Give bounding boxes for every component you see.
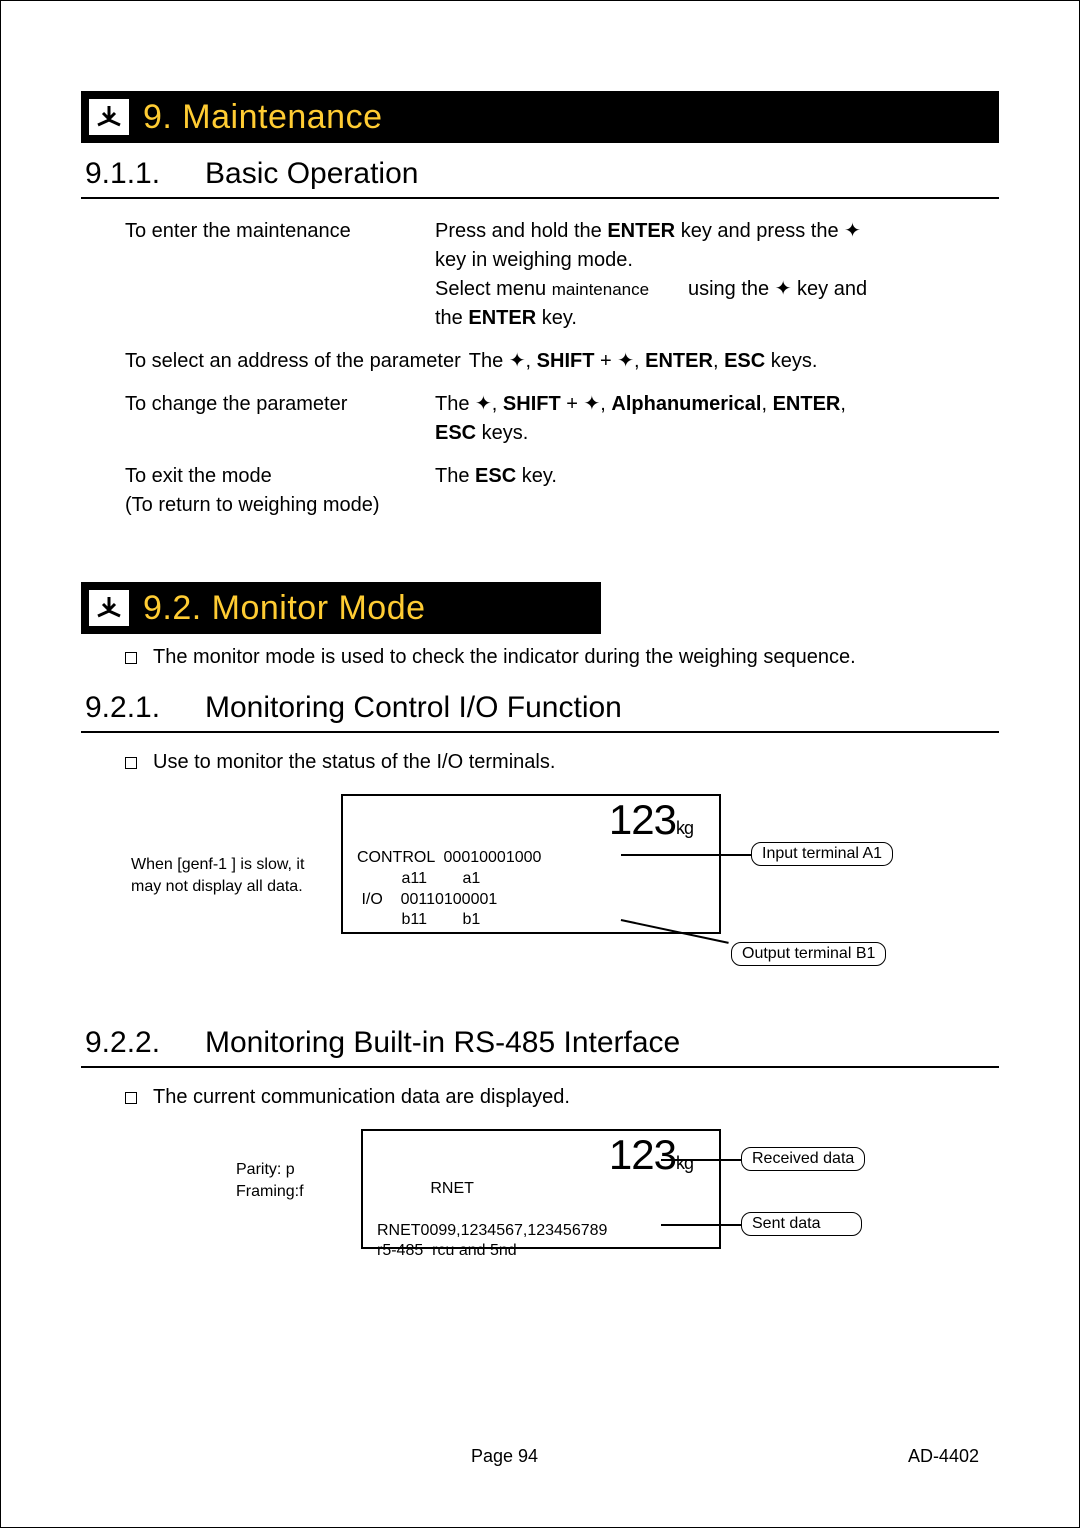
chapter-banner: 9. Maintenance [81,91,999,143]
op-label: To exit the mode (To return to weighing … [125,462,435,520]
section-number: 9.1.1. [85,157,165,191]
op-label: To change the parameter [125,390,435,448]
op-row-select: To select an address of the parameter Th… [125,347,999,376]
section-title: Basic Operation [205,157,418,191]
arrow-key-icon: ✦ [584,393,601,415]
note-line: Use to monitor the status of the I/O ter… [125,751,999,774]
callout-sent: Sent data [741,1212,862,1236]
subsection-title: 9.2. Monitor Mode [143,589,426,628]
section-title: Monitoring Control I/O Function [205,691,622,725]
square-bullet-icon [125,757,137,769]
page-number: Page 94 [471,1446,538,1467]
section-heading-922: 9.2.2. Monitoring Built-in RS-485 Interf… [81,1024,999,1068]
callout-connector [661,1224,741,1226]
square-bullet-icon [125,652,137,664]
op-desc: The ESC key. [435,462,999,520]
section-number: 9.2.1. [85,691,165,725]
note-line: The current communication data are displ… [125,1086,999,1109]
callout-input-a1: Input terminal A1 [751,842,893,866]
weight-value: 123kg [609,1131,693,1179]
op-label: To select an address of the parameter [125,347,461,376]
op-desc: The ✦, SHIFT + ✦, Alphanumerical, ENTER,… [435,390,999,448]
callout-connector [661,1159,741,1161]
square-bullet-icon [125,1092,137,1104]
op-row-change: To change the parameter The ✦, SHIFT + ✦… [125,390,999,448]
arrow-key-icon: ✦ [617,350,634,372]
section-heading-911: 9.1.1. Basic Operation [81,155,999,199]
page-footer: Page 94 AD-4402 [1,1446,1079,1467]
arrow-key-icon: ✦ [775,278,792,300]
op-desc: The ✦, SHIFT + ✦, ENTER, ESC keys. [461,347,999,376]
callout-connector [621,854,751,856]
diagram-caption: Parity: p Framing:f [236,1159,304,1204]
chapter-title: 9. Maintenance [143,98,383,137]
weight-value: 123kg [609,796,693,844]
op-label: To enter the maintenance [125,217,435,333]
doc-code: AD-4402 [908,1446,979,1467]
arrow-key-icon: ✦ [844,220,861,242]
section-heading-921: 9.2.1. Monitoring Control I/O Function [81,689,999,733]
op-row-enter: To enter the maintenance Press and hold … [125,217,999,333]
download-icon [87,97,131,137]
op-row-exit: To exit the mode (To return to weighing … [125,462,999,520]
section-number: 9.2.2. [85,1026,165,1060]
screen-text: CONTROL 00010001000 a11 a1 I/O 001101000… [357,848,541,931]
indicator-screen: 123kg CONTROL 00010001000 a11 a1 I/O 001… [341,794,721,934]
diagram-control-io: When [genf-1 ] is slow, it may not displ… [81,794,999,974]
op-desc: Press and hold the ENTER key and press t… [435,217,999,333]
callout-received: Received data [741,1147,865,1171]
download-icon [87,588,131,628]
arrow-key-icon: ✦ [509,350,526,372]
screen-text: RNET RNET0099,1234567,123456789 r5-485 r… [377,1179,607,1262]
arrow-key-icon: ✦ [475,393,492,415]
diagram-caption: When [genf-1 ] is slow, it may not displ… [131,854,304,899]
subsection-banner: 9.2. Monitor Mode [81,582,601,634]
note-line: The monitor mode is used to check the in… [125,646,999,669]
diagram-rs485: Parity: p Framing:f 123kg RNET RNET0099,… [81,1129,999,1269]
callout-output-b1: Output terminal B1 [731,942,886,966]
indicator-screen: 123kg RNET RNET0099,1234567,123456789 r5… [361,1129,721,1249]
section-title: Monitoring Built-in RS-485 Interface [205,1026,680,1060]
